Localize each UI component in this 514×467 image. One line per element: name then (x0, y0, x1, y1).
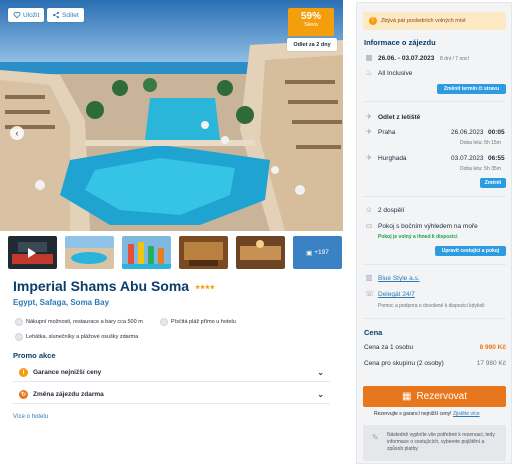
tour-operator-link[interactable]: Blue Style a.s. (378, 275, 420, 282)
outbound-from: Praha (378, 129, 396, 136)
board-type: All Inclusive (378, 70, 413, 77)
alert-icon: ! (369, 17, 377, 25)
change-flight-button[interactable]: Změnit (480, 178, 506, 188)
alert-text: Zbývá pár posledních volných míst (381, 18, 466, 24)
promo-item-price-guarantee[interactable]: i Garance nejnižší ceny ⌄ (13, 364, 330, 382)
play-icon (28, 248, 36, 258)
room-availability: Pokoj je volný a ihned k dispozici (378, 234, 458, 240)
booking-note-text: Následně vyplníte vše potřebné k rezerva… (387, 432, 495, 452)
reserve-label: Rezervovat (416, 391, 468, 402)
feature-item: Písčitá pláž přímo u hotelu (160, 318, 236, 326)
price-per-person: 8 990 Kč (479, 344, 506, 351)
price-group: 17 980 Kč (476, 360, 506, 367)
hotel-name: Imperial Shams Abu Soma (13, 278, 190, 294)
share-button[interactable]: Sdílet (47, 8, 84, 22)
chevron-down-icon: ⌄ (317, 390, 324, 399)
thumbnail-4[interactable] (236, 236, 285, 269)
gallery-count: +197 (314, 249, 329, 256)
booking-note: ✎ Následně vyplníte vše potřebné k rezer… (363, 425, 506, 461)
price-per-person-label: Cena za 1 osobu (364, 344, 414, 351)
feature-item: Nákupní možnosti, restaurace a bary cca … (15, 318, 143, 326)
feature-icon (15, 318, 23, 326)
headset-icon: ☏ (365, 289, 375, 298)
delegate-link[interactable]: Delegát 24/7 (378, 291, 415, 298)
change-icon: ↻ (19, 390, 28, 399)
hotel-stars: ★★★★ (194, 284, 215, 291)
guarantee-link[interactable]: Zjistěte více (453, 411, 480, 417)
save-button[interactable]: Uložit (8, 8, 45, 22)
flight-title: Odlet z letiště (378, 114, 421, 121)
promo-item-label: Garance nejnižší ceny (33, 369, 102, 376)
gallery-icon: ▣ (306, 249, 313, 257)
trip-info-title: Informace o zájezdu (364, 38, 436, 47)
hero-image[interactable]: Uložit Sdílet 59% Sleva Odlet za 2 dny ‹ (0, 0, 343, 231)
chevron-down-icon: ⌄ (317, 368, 324, 377)
thumbnail-2[interactable] (122, 236, 171, 269)
calendar-icon: ▦ (365, 53, 373, 62)
feature-label: Písčitá pláž přímo u hotelu (171, 319, 236, 325)
hotel-location: Egypt, Safaga, Soma Bay (13, 298, 110, 307)
food-icon: ♨ (365, 68, 373, 77)
price-title: Cena (364, 328, 383, 337)
return-from: Hurghada (378, 155, 407, 162)
guarantee-text: Rezervujte s garancí nejnižší ceny! Zjis… (374, 411, 480, 417)
divider (363, 101, 506, 102)
more-about-hotel-link[interactable]: Více o hotelu (13, 414, 48, 420)
chevron-left-icon[interactable]: ‹ (10, 126, 24, 140)
divider (363, 196, 506, 197)
return-duration: Doba letu: 5h 35m (460, 166, 501, 172)
pin-icon: ✎ (372, 433, 379, 442)
users-icon: ☺ (365, 205, 373, 214)
promo-item-label: Změna zájezdu zdarma (33, 391, 104, 398)
plane-back-icon: ✈ (365, 153, 373, 162)
guarantee-label: Rezervujte s garancí nejnižší ceny! (374, 411, 452, 417)
plane-icon: ✈ (365, 112, 373, 121)
price-group-label: Cena pro skupinu (2 osoby) (364, 360, 444, 367)
calendar-icon: ▦ (401, 391, 412, 402)
hotel-title: Imperial Shams Abu Soma ★★★★ (13, 278, 215, 294)
feature-icon (160, 318, 168, 326)
feature-icon (15, 333, 23, 341)
return-date: 03.07.2023 (451, 155, 484, 162)
availability-alert: ! Zbývá pár posledních volných míst (363, 12, 506, 30)
delegate-note: Pomoc a podpora o dovolené k dispozici k… (378, 303, 485, 309)
thumbnail-video[interactable] (8, 236, 57, 269)
change-dates-button[interactable]: Změnit termín či stravu (437, 84, 506, 94)
heart-icon (13, 11, 21, 19)
room-type: Pokoj s bočním výhledem na moře (378, 223, 478, 230)
discount-percent: 59% (300, 11, 321, 22)
building-icon: ▥ (365, 273, 373, 282)
persons-count: 2 dospělí (378, 207, 405, 214)
info-icon: i (19, 368, 28, 377)
thumbnail-1[interactable] (65, 236, 114, 269)
share-icon (52, 11, 60, 19)
gallery-thumbnails: ▣ +197 (8, 236, 342, 269)
plane-out-icon: ✈ (365, 127, 373, 136)
save-label: Uložit (23, 11, 40, 19)
reserve-button[interactable]: ▦ Rezervovat (363, 386, 506, 407)
return-time: 06:55 (488, 155, 505, 162)
discount-badge: 59% Sleva (288, 8, 334, 36)
discount-label: Sleva (304, 22, 318, 28)
promo-item-free-change[interactable]: ↻ Změna zájezdu zdarma ⌄ (13, 386, 330, 404)
departure-badge: Odlet za 2 dny (287, 38, 337, 51)
trip-dates: 26.06. - 03.07.2023 (378, 55, 435, 62)
bed-icon: ▭ (365, 221, 373, 230)
divider (363, 264, 506, 265)
feature-label: Nákupní možnosti, restaurace a bary cca … (26, 319, 143, 325)
feature-label: Lehátka, slunečníky a plážové osušky zda… (26, 334, 139, 340)
thumbnail-3[interactable] (179, 236, 228, 269)
share-label: Sdílet (62, 11, 79, 19)
outbound-date: 26.06.2023 (451, 129, 484, 136)
trip-duration: 8 dní / 7 nocí (440, 56, 469, 62)
outbound-duration: Doba letu: 5h 15m (460, 140, 501, 146)
promo-title: Promo akce (13, 351, 56, 360)
feature-item: Lehátka, slunečníky a plážové osušky zda… (15, 333, 138, 341)
gallery-more-button[interactable]: ▣ +197 (293, 236, 342, 269)
divider (363, 318, 506, 319)
edit-travellers-button[interactable]: Upravit cestující a pokoj (435, 246, 506, 256)
outbound-time: 00:05 (488, 129, 505, 136)
